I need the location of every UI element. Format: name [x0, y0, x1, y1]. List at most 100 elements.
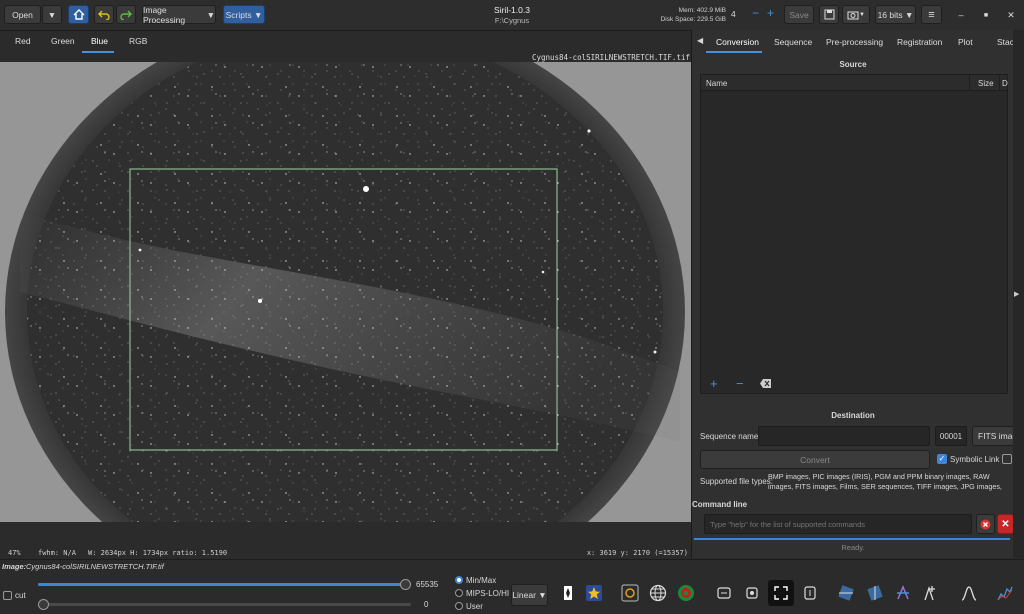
command-input[interactable]: [704, 514, 972, 534]
column-divider: [969, 75, 970, 90]
crop-button[interactable]: [713, 582, 735, 604]
active-tab-indicator: [706, 51, 762, 53]
stop-command-button[interactable]: [976, 514, 995, 534]
crop-icon: [717, 587, 731, 599]
high-slider-track[interactable]: [38, 583, 411, 586]
symbolic-link-checkbox[interactable]: ✓: [937, 454, 947, 464]
open-button[interactable]: Open: [4, 5, 41, 24]
tab-red[interactable]: Red: [15, 36, 31, 46]
column-name-header[interactable]: Name: [706, 79, 727, 88]
mirror-y-button[interactable]: [864, 582, 886, 604]
tab-blue[interactable]: Blue: [91, 36, 108, 46]
high-value[interactable]: 65535: [416, 580, 438, 589]
chevron-down-icon: ▼: [538, 590, 547, 600]
mirror-x-button[interactable]: [835, 582, 857, 604]
plate-solve-button[interactable]: [647, 582, 669, 604]
low-slider-knob[interactable]: [38, 599, 49, 610]
low-value[interactable]: 0: [424, 600, 428, 609]
sequence-name-input[interactable]: [758, 426, 930, 446]
cursor-coordinates: x: 3619 y: 2170 (=15357): [586, 549, 688, 557]
app-title: Siril-1.0.3: [494, 5, 530, 15]
stretch-dropdown[interactable]: Linear ▼: [511, 584, 548, 606]
close-icon: ✕: [1001, 518, 1010, 530]
save-as-button[interactable]: [819, 5, 839, 24]
command-line-title: Command line: [692, 500, 748, 509]
cut-checkbox[interactable]: [3, 591, 12, 600]
tab-registration[interactable]: Registration: [897, 37, 942, 47]
source-file-list[interactable]: Name Size D: [700, 74, 1008, 394]
annotate-button[interactable]: [920, 582, 942, 604]
scripts-menu[interactable]: Scripts ▼: [223, 5, 265, 24]
decrease-threads-button[interactable]: −: [752, 6, 759, 20]
open-recent-dropdown[interactable]: ▼: [42, 5, 62, 24]
debayer-checkbox[interactable]: [1002, 454, 1012, 464]
clear-command-button[interactable]: ✕: [997, 514, 1014, 534]
add-files-button[interactable]: +: [710, 376, 718, 391]
scale-mips-label: MIPS-LO/HI: [466, 589, 510, 598]
cut-label: cut: [15, 591, 26, 600]
tab-sequence[interactable]: Sequence: [774, 37, 812, 47]
convert-button[interactable]: Convert: [700, 450, 930, 469]
tab-plot[interactable]: Plot: [958, 37, 973, 47]
fit-to-window-button[interactable]: [768, 580, 794, 606]
tab-pre-processing[interactable]: Pre-processing: [826, 37, 883, 47]
output-format-dropdown[interactable]: FITS image: [972, 426, 1014, 446]
image-viewer[interactable]: [0, 62, 691, 522]
home-button[interactable]: [68, 5, 89, 24]
tabs-scroll-left-button[interactable]: ◀: [697, 36, 703, 45]
tab-conversion[interactable]: Conversion: [716, 37, 759, 47]
main-menu-button[interactable]: ≡: [921, 5, 942, 24]
star-catalog-button[interactable]: [583, 582, 605, 604]
chevron-down-icon: ▼: [47, 9, 57, 20]
scale-min-max-radio[interactable]: [455, 576, 463, 584]
image-processing-menu[interactable]: Image Processing ▼: [142, 4, 216, 25]
redo-button[interactable]: [116, 5, 136, 24]
column-date-header[interactable]: D: [1002, 79, 1008, 88]
scale-user-radio[interactable]: [455, 602, 463, 610]
histogram-button[interactable]: [958, 582, 980, 604]
close-icon: ✕: [1007, 9, 1015, 20]
mirror-y-icon: [867, 585, 883, 601]
rotate-button[interactable]: [741, 582, 763, 604]
start-index-input[interactable]: 00001: [935, 426, 967, 446]
bit-depth-menu[interactable]: 16 bits ▼: [875, 5, 916, 24]
supported-types-label: Supported file types:: [700, 477, 773, 486]
save-icon: [824, 9, 834, 20]
camera-icon: [847, 11, 859, 19]
tab-rgb[interactable]: RGB: [129, 36, 147, 46]
high-slider-knob[interactable]: [400, 579, 411, 590]
increase-threads-button[interactable]: +: [767, 6, 774, 20]
save-button[interactable]: Save: [784, 5, 814, 24]
psf-button[interactable]: [619, 582, 641, 604]
command-input-field[interactable]: [705, 515, 971, 533]
working-directory: F:\Cygnus: [494, 16, 530, 25]
fwhm-readout: fwhm: N/A: [38, 549, 76, 557]
column-size-header[interactable]: Size: [978, 79, 994, 88]
redo-icon: [120, 10, 132, 20]
image-dimensions: W: 2634px H: 1734px ratio: 1.5190: [88, 549, 228, 557]
astrometry-button[interactable]: [892, 582, 914, 604]
remove-files-button[interactable]: −: [736, 376, 744, 391]
tab-green[interactable]: Green: [51, 36, 75, 46]
low-slider-track[interactable]: [38, 603, 411, 606]
astrometry-icon: [897, 585, 909, 600]
scale-user-label: User: [466, 602, 483, 611]
undo-button[interactable]: [94, 5, 114, 24]
collapse-panel-button[interactable]: ▶: [1014, 290, 1019, 298]
minimize-icon: –: [958, 10, 964, 20]
curves-button[interactable]: [994, 582, 1016, 604]
photometry-button[interactable]: [557, 582, 579, 604]
image-processing-label: Image Processing: [143, 4, 186, 25]
snapshot-button[interactable]: ▼: [842, 5, 870, 24]
sequence-name-label: Sequence name:: [700, 432, 761, 441]
scale-mips-radio[interactable]: [455, 589, 463, 597]
hamburger-icon: ≡: [928, 8, 935, 21]
clear-list-button[interactable]: [760, 379, 771, 390]
disk-space: Disk Space: 229.5 GiB: [660, 16, 726, 23]
threads-value[interactable]: 4: [731, 9, 736, 19]
background-extraction-button[interactable]: [675, 582, 697, 604]
close-button[interactable]: ✕: [996, 0, 1024, 30]
scripts-label: Scripts: [225, 9, 252, 20]
zoom-actual-button[interactable]: [799, 582, 821, 604]
astro-image[interactable]: [0, 62, 691, 522]
